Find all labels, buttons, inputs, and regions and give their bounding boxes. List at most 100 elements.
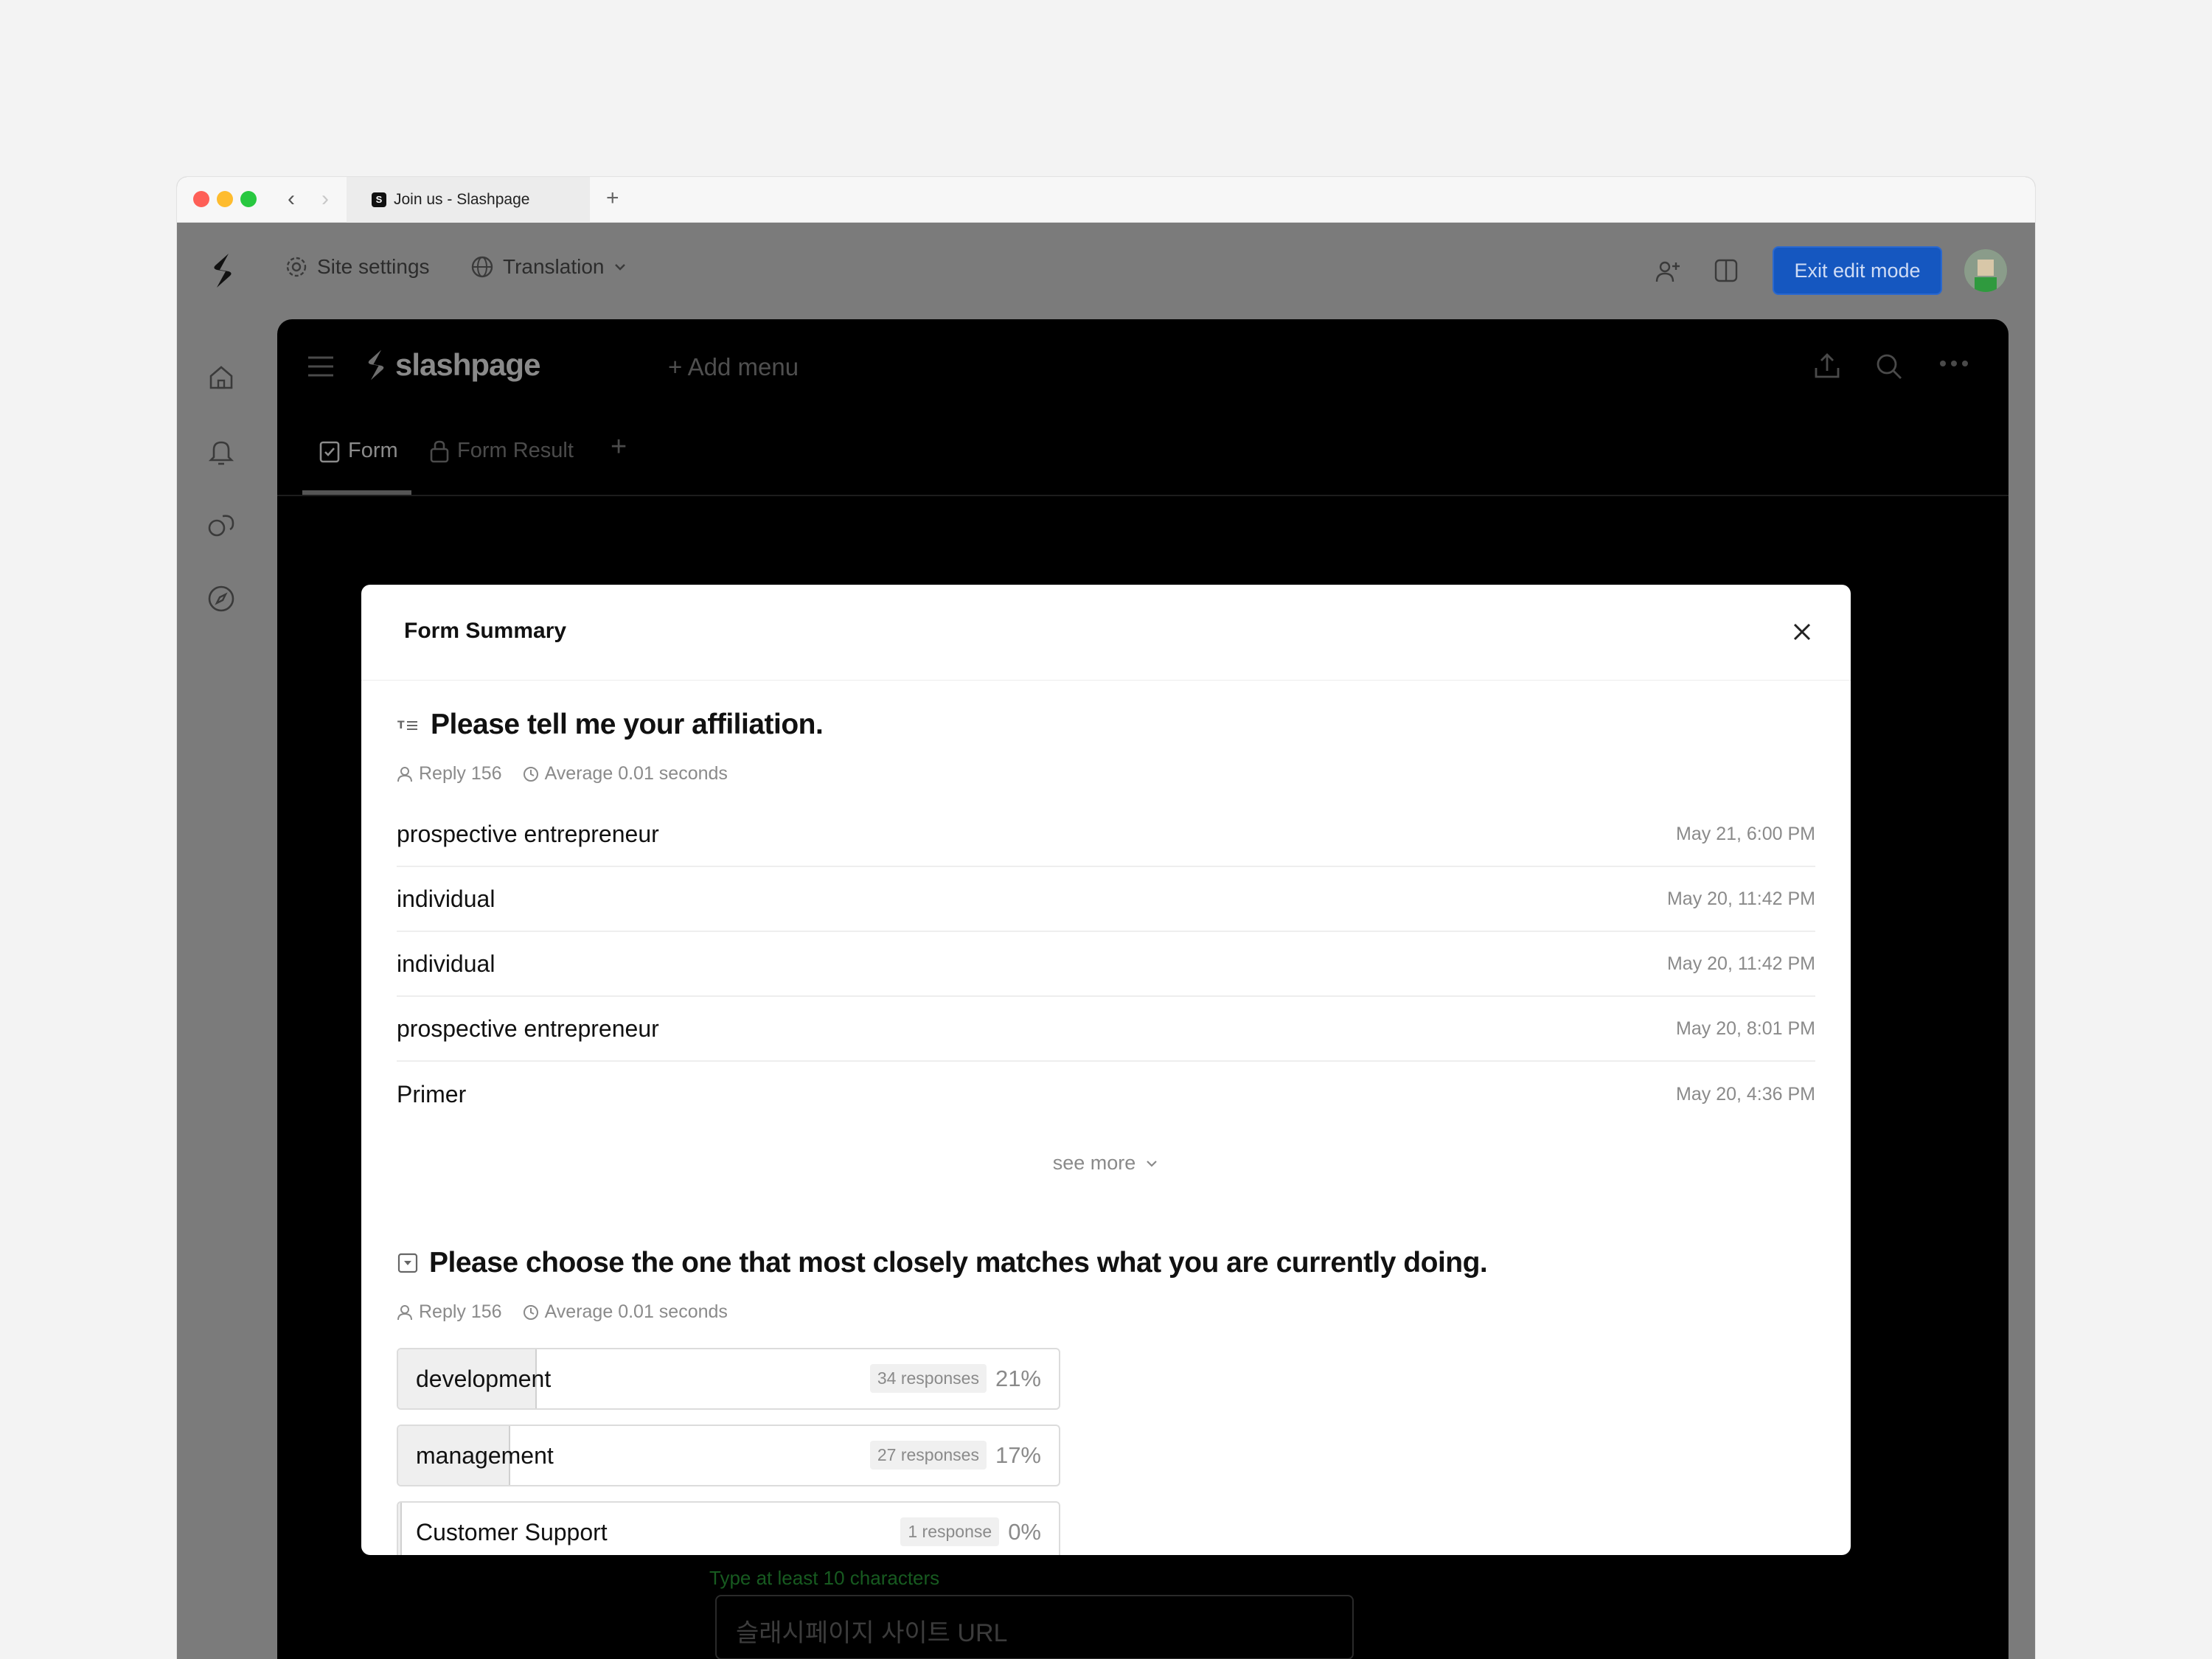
answer-time: May 20, 4:36 PM	[1676, 1083, 1815, 1105]
average-time: Average 0.01 seconds	[544, 763, 728, 784]
slashpage-logo-icon	[368, 349, 384, 380]
question-meta: Reply 156 Average 0.01 seconds	[397, 1301, 1815, 1323]
add-menu-button[interactable]: + Add menu	[668, 353, 799, 381]
answer-text: Primer	[397, 1080, 467, 1107]
active-tab-indicator	[302, 490, 411, 495]
gear-icon	[286, 257, 307, 277]
answer-text: individual	[397, 950, 495, 977]
question-meta: Reply 156 Average 0.01 seconds	[397, 763, 1815, 785]
exit-edit-mode-button[interactable]: Exit edit mode	[1773, 246, 1942, 295]
answer-row: prospective entrepreneur May 20, 8:01 PM	[397, 997, 1815, 1062]
question-affiliation: T Please tell me your affiliation. Reply…	[397, 709, 1815, 1175]
site-settings-label: Site settings	[317, 255, 430, 278]
site-page-tabs: Form Form Result +	[277, 408, 2008, 496]
input-validation-hint: Type at least 10 characters	[709, 1567, 940, 1589]
translation-dropdown[interactable]: Translation	[470, 255, 627, 279]
text-field-icon: T	[397, 720, 417, 731]
search-icon[interactable]	[1874, 352, 1904, 381]
dropdown-field-icon	[397, 1253, 418, 1273]
tab-form-label: Form	[348, 439, 398, 462]
site-url-input[interactable]: 슬래시페이지 사이트 URL	[715, 1595, 1354, 1659]
person-icon	[397, 1304, 412, 1320]
site-settings-button[interactable]: Site settings	[285, 255, 430, 279]
compass-icon[interactable]	[206, 584, 236, 613]
site-brand[interactable]: slashpage	[364, 347, 540, 383]
average-time: Average 0.01 seconds	[544, 1301, 728, 1322]
add-tab-plus-icon[interactable]: +	[611, 431, 627, 463]
user-avatar[interactable]	[1964, 249, 2007, 292]
back-arrow-icon[interactable]: ‹	[288, 187, 295, 211]
add-user-icon[interactable]	[1655, 258, 1681, 285]
choice-bar: development 34 responses 21%	[397, 1348, 1060, 1410]
chevron-down-icon	[615, 264, 626, 271]
answer-row: prospective entrepreneur May 21, 6:00 PM	[397, 802, 1815, 867]
close-window-button[interactable]	[193, 191, 209, 207]
question-title: T Please tell me your affiliation.	[397, 709, 1815, 741]
close-icon[interactable]	[1789, 619, 1815, 645]
maximize-window-button[interactable]	[240, 191, 257, 207]
choice-percentage: 21%	[995, 1365, 1041, 1391]
slashpage-favicon-icon: S	[372, 192, 386, 207]
editor-topbar: Site settings Translation Exit edit mode	[177, 223, 2035, 319]
answer-time: May 20, 11:42 PM	[1666, 953, 1815, 974]
answer-time: May 20, 11:42 PM	[1666, 888, 1815, 909]
response-count-badge: 34 responses	[869, 1364, 987, 1393]
answer-text: prospective entrepreneur	[397, 820, 659, 847]
minimize-window-button[interactable]	[217, 191, 233, 207]
browser-tab[interactable]: S Join us - Slashpage	[347, 177, 590, 223]
choice-label: management	[416, 1442, 554, 1469]
choice-results: development 34 responses 21% management …	[397, 1348, 1815, 1555]
answer-text: prospective entrepreneur	[397, 1015, 659, 1042]
question-current-activity: Please choose the one that most closely …	[397, 1247, 1815, 1555]
answer-list: prospective entrepreneur May 21, 6:00 PM…	[397, 802, 1815, 1127]
answer-row: Primer May 20, 4:36 PM	[397, 1062, 1815, 1127]
bell-icon[interactable]	[206, 437, 236, 466]
browser-titlebar: ‹ › S Join us - Slashpage +	[177, 177, 2035, 223]
answer-time: May 21, 6:00 PM	[1676, 823, 1815, 844]
chat-icon[interactable]	[206, 510, 237, 540]
more-options-icon[interactable]	[1939, 359, 1969, 368]
choice-percentage: 0%	[1008, 1518, 1041, 1545]
choice-bar: Customer Support 1 response 0%	[397, 1501, 1060, 1555]
person-icon	[397, 766, 412, 782]
reply-count: Reply 156	[419, 1301, 502, 1322]
slashpage-logo-icon[interactable]	[209, 252, 236, 289]
forward-arrow-icon[interactable]: ›	[321, 187, 329, 211]
choice-label: Customer Support	[416, 1519, 608, 1545]
clipboard-check-icon	[319, 441, 340, 462]
modal-header: Form Summary	[361, 585, 1851, 681]
modal-title: Form Summary	[404, 619, 567, 643]
question-title-text: Please tell me your affiliation.	[431, 709, 824, 740]
split-view-icon[interactable]	[1714, 258, 1739, 283]
new-tab-plus-icon[interactable]: +	[606, 186, 619, 211]
home-icon[interactable]	[206, 363, 236, 392]
form-summary-modal: Form Summary T Please tell me your affil…	[361, 585, 1851, 1555]
see-more-label: see more	[1052, 1152, 1136, 1174]
site-header: slashpage + Add menu	[277, 319, 2008, 408]
answer-text: individual	[397, 885, 495, 912]
share-upload-icon[interactable]	[1812, 352, 1842, 381]
choice-percentage: 17%	[995, 1441, 1041, 1468]
tab-form[interactable]: Form	[319, 439, 398, 463]
svg-text:T: T	[397, 720, 405, 731]
answer-time: May 20, 8:01 PM	[1676, 1018, 1815, 1039]
lock-icon	[430, 440, 449, 462]
clock-icon	[523, 766, 538, 782]
choice-bar: management 27 responses 17%	[397, 1425, 1060, 1486]
avatar-image-icon	[1964, 249, 2007, 292]
globe-icon	[471, 256, 493, 278]
see-more-button[interactable]: see more	[397, 1152, 1815, 1175]
translation-label: Translation	[503, 255, 605, 278]
choice-fill	[398, 1503, 403, 1555]
brand-name: slashpage	[395, 347, 540, 382]
choice-label: development	[416, 1366, 552, 1392]
question-title: Please choose the one that most closely …	[397, 1247, 1815, 1279]
response-count-badge: 27 responses	[869, 1441, 987, 1470]
answer-row: individual May 20, 11:42 PM	[397, 867, 1815, 932]
response-count-badge: 1 response	[900, 1517, 1000, 1546]
answer-row: individual May 20, 11:42 PM	[397, 932, 1815, 997]
tab-form-result[interactable]: Form Result	[429, 439, 574, 463]
hamburger-menu-icon[interactable]	[307, 355, 335, 378]
reply-count: Reply 156	[419, 763, 502, 784]
browser-tab-title: Join us - Slashpage	[394, 191, 530, 208]
